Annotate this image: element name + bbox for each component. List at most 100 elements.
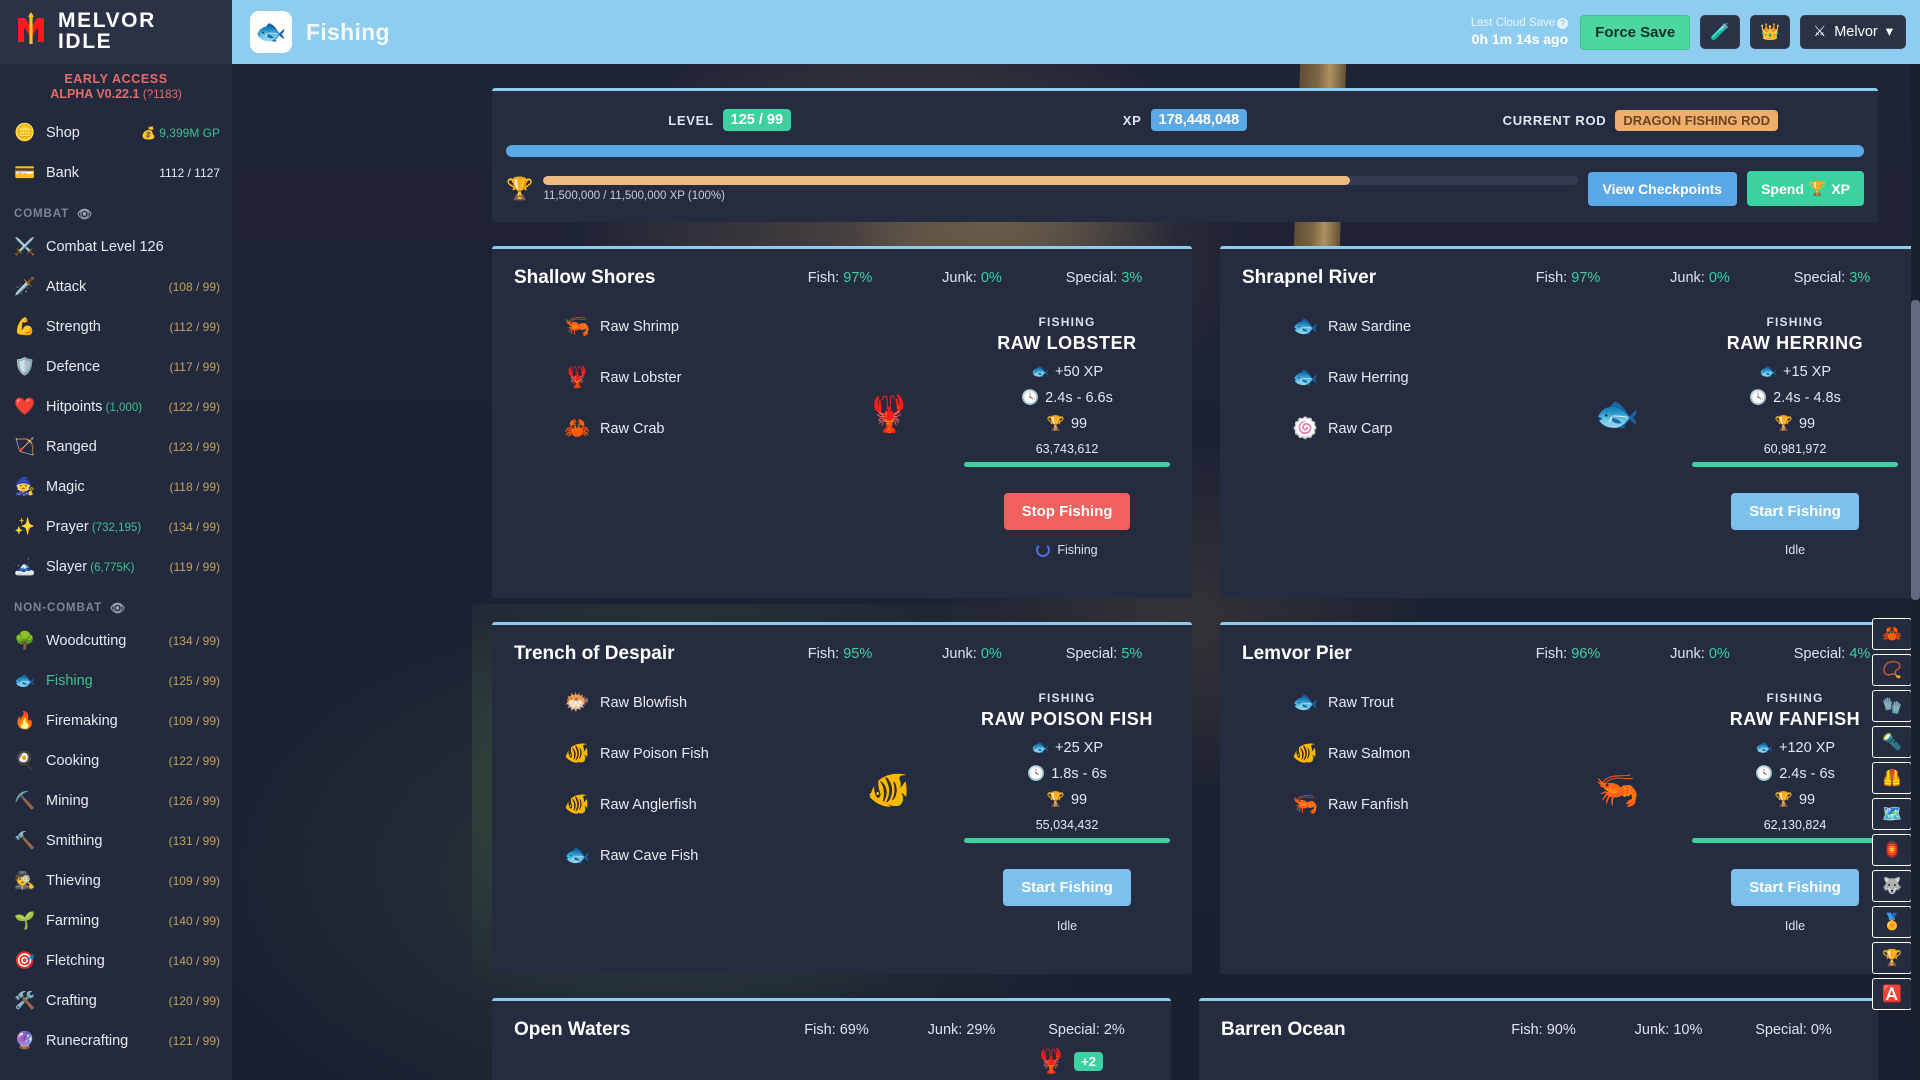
chevron-down-icon: ▾ xyxy=(1885,24,1893,40)
action-xp-value: +15 XP xyxy=(1783,363,1832,380)
fish-list-item[interactable]: 🐟 Raw Sardine xyxy=(1292,315,1542,339)
view-checkpoints-button[interactable]: View Checkpoints xyxy=(1587,171,1738,206)
eye-icon[interactable]: 👁 xyxy=(77,207,93,221)
fish-list-item[interactable]: 🐠 Raw Anglerfish xyxy=(564,793,814,817)
clock-icon: 🕓 xyxy=(1027,766,1046,782)
fish-icon: 🐟 xyxy=(1754,740,1773,756)
pickaxe-icon: ⛏️ xyxy=(14,791,36,810)
sidebar-item-sub: (6,775K) xyxy=(87,562,135,574)
sidebar-item-shop[interactable]: 🪙 Shop 💰 9,399M GP xyxy=(0,113,232,153)
fish-list-item[interactable]: 🐠 Raw Salmon xyxy=(1292,742,1542,766)
trophy-icon: 🏆 xyxy=(1808,180,1827,196)
noncombat-section-header: NON-COMBAT 👁 xyxy=(0,587,232,621)
sidebar-item-mining[interactable]: ⛏️ Mining (126 / 99) xyxy=(0,781,232,821)
sidebar-item-combat-level-126[interactable]: ⚔️ Combat Level 126 xyxy=(0,227,232,267)
force-save-button[interactable]: Force Save xyxy=(1580,14,1691,50)
area-stat-label: Junk: xyxy=(942,270,981,286)
gloves-icon[interactable]: 🧤 xyxy=(1872,690,1912,722)
sidebar-item-fishing[interactable]: 🐟 Fishing (125 / 99) xyxy=(0,661,232,701)
sidebar-item-label: Defence xyxy=(46,359,101,375)
sidebar-item-farming[interactable]: 🌱 Farming (140 / 99) xyxy=(0,901,232,941)
question-mark-icon[interactable]: ? xyxy=(1557,17,1569,29)
sidebar-item-attack[interactable]: 🗡️ Attack (108 / 99) xyxy=(0,267,232,307)
pet-cage-icon[interactable]: 🏮 xyxy=(1872,834,1912,866)
action-xp-line: 🐟 +25 XP xyxy=(1031,739,1103,757)
sidebar-item-runecrafting[interactable]: 🔮 Runecrafting (121 / 99) xyxy=(0,1021,232,1061)
sidebar-item-bank[interactable]: 💳 Bank 1112 / 1127 xyxy=(0,153,232,193)
torch-icon[interactable]: 🔦 xyxy=(1872,726,1912,758)
start-fishing-button[interactable]: Start Fishing xyxy=(1731,869,1859,906)
area-stat-fish: Fish: 97% xyxy=(774,270,906,286)
stop-fishing-button[interactable]: Stop Fishing xyxy=(1003,493,1131,530)
fish-list-item[interactable]: 🦞 Raw Lobster xyxy=(564,366,814,390)
poison-fish-icon: 🐠 xyxy=(866,769,912,810)
brand-header[interactable]: MELVOR IDLE xyxy=(0,0,232,64)
area-stat-value: 5% xyxy=(1121,646,1143,662)
sidebar-item-strength[interactable]: 💪 Strength (112 / 99) xyxy=(0,307,232,347)
wolf-icon[interactable]: 🐺 xyxy=(1872,870,1912,902)
action-mastery-xp: 60,981,972 xyxy=(1763,442,1827,456)
fish-list-item[interactable]: 🍥 Raw Carp xyxy=(1292,417,1542,441)
xp-cell: XP 178,448,048 xyxy=(957,109,1412,131)
sidebar-item-hitpoints[interactable]: ❤️ Hitpoints (1,000) (122 / 99) xyxy=(0,387,232,427)
sidebar-item-prayer[interactable]: ✨ Prayer (732,195) (134 / 99) xyxy=(0,507,232,547)
topbar-right: Last Cloud Save? 0h 1m 14s ago Force Sav… xyxy=(1471,14,1906,50)
start-fishing-button[interactable]: Start Fishing xyxy=(1731,493,1859,530)
trophy-icon[interactable]: 🏆 xyxy=(1872,942,1912,974)
fish-list-item[interactable]: 🐠 Raw Poison Fish xyxy=(564,742,814,766)
trophy-icon: 🏆 xyxy=(506,175,534,201)
trophy-icon: 🏆 xyxy=(1774,792,1793,808)
left-sidebar: MELVOR IDLE EARLY ACCESS ALPHA V0.22.1 (… xyxy=(0,0,232,1080)
level-label: LEVEL xyxy=(668,112,714,128)
area-stat-junk: Junk: 29% xyxy=(899,1022,1024,1038)
sidebar-nav: 🪙 Shop 💰 9,399M GP 💳 Bank 1112 / 1127 COMBAT … xyxy=(0,111,232,1080)
action-mastery-line: 🏆 99 xyxy=(1774,791,1815,809)
spend-mastery-xp-button[interactable]: Spend 🏆 XP xyxy=(1747,171,1864,206)
fish-list-item[interactable]: 🐟 Raw Cave Fish xyxy=(564,844,814,868)
sidebar-item-magic[interactable]: 🧙 Magic (118 / 99) xyxy=(0,467,232,507)
sidebar-item-woodcutting[interactable]: 🌳 Woodcutting (134 / 99) xyxy=(0,621,232,661)
fish-list-item[interactable]: 🦐 Raw Fanfish xyxy=(1292,793,1542,817)
area-body: 🐟 Raw Trout 🐠 Raw Salmon 🦐 Raw Fanfish 🦐 FISHIN… xyxy=(1242,691,1898,933)
sidebar-item-firemaking[interactable]: 🔥 Firemaking (109 / 99) xyxy=(0,701,232,741)
sidebar-item-crafting[interactable]: 🛠️ Crafting (120 / 99) xyxy=(0,981,232,1021)
amulet-icon[interactable]: 📿 xyxy=(1872,654,1912,686)
fish-list-item[interactable]: 🦐 Raw Shrimp xyxy=(564,315,814,339)
sidebar-item-slayer[interactable]: 🗻 Slayer (6,775K) (119 / 99) xyxy=(0,547,232,587)
fish-list-item[interactable]: 🐟 Raw Herring xyxy=(1292,366,1542,390)
clock-icon: 🕓 xyxy=(1749,390,1768,406)
sidebar-item-cooking[interactable]: 🍳 Cooking (122 / 99) xyxy=(0,741,232,781)
potion-icon[interactable]: 🧪 xyxy=(1700,15,1741,49)
crab-icon[interactable]: 🦀 xyxy=(1872,618,1912,650)
sidebar-item-defence[interactable]: 🛡️ Defence (117 / 99) xyxy=(0,347,232,387)
vest-icon[interactable]: 🦺 xyxy=(1872,762,1912,794)
fish-list-item[interactable]: 🐟 Raw Trout xyxy=(1292,691,1542,715)
page-scroll-thumb[interactable] xyxy=(1911,300,1920,600)
sidebar-item-smithing[interactable]: 🔨 Smithing (131 / 99) xyxy=(0,821,232,861)
user-menu-button[interactable]: ⚔ Melvor ▾ xyxy=(1800,15,1906,49)
action-mastery-bar xyxy=(1692,462,1898,467)
sidebar-item-label: Hitpoints (1,000) xyxy=(46,399,143,415)
area-stat-junk: Junk: 0% xyxy=(1634,270,1766,286)
skill-summary-row: LEVEL 125 / 99 XP 178,448,048 CURRENT RO… xyxy=(492,91,1878,145)
sidebar-item-label: Smithing xyxy=(46,833,103,849)
mastery-pool-fill xyxy=(543,175,1351,185)
sidebar-item-ranged[interactable]: 🏹 Ranged (123 / 99) xyxy=(0,427,232,467)
eye-icon[interactable]: 👁 xyxy=(110,601,126,615)
fish-list-item[interactable]: 🐡 Raw Blowfish xyxy=(564,691,814,715)
sidebar-item-thieving[interactable]: 🕵️ Thieving (109 / 99) xyxy=(0,861,232,901)
sidebar-item-value: (119 / 99) xyxy=(169,560,220,574)
action-mastery-level: 99 xyxy=(1070,791,1088,808)
fish-list-item[interactable]: 🦀 Raw Crab xyxy=(564,417,814,441)
area-stat-label: Junk: xyxy=(927,1022,967,1038)
fish-name: Raw Crab xyxy=(600,421,665,437)
crown-icon[interactable]: 👑 xyxy=(1750,15,1791,49)
sidebar-item-value: (122 / 99) xyxy=(168,754,220,768)
combat-section-header: COMBAT 👁 xyxy=(0,193,232,227)
sidebar-item-fletching[interactable]: 🎯 Fletching (140 / 99) xyxy=(0,941,232,981)
scroll-map-icon[interactable]: 🗺️ xyxy=(1872,798,1912,830)
melvor-m-logo[interactable]: 🅰️ xyxy=(1872,978,1912,1010)
start-fishing-button[interactable]: Start Fishing xyxy=(1003,869,1131,906)
medal-icon[interactable]: 🏅 xyxy=(1872,906,1912,938)
area-stat-special: Special: 0% xyxy=(1731,1022,1856,1038)
